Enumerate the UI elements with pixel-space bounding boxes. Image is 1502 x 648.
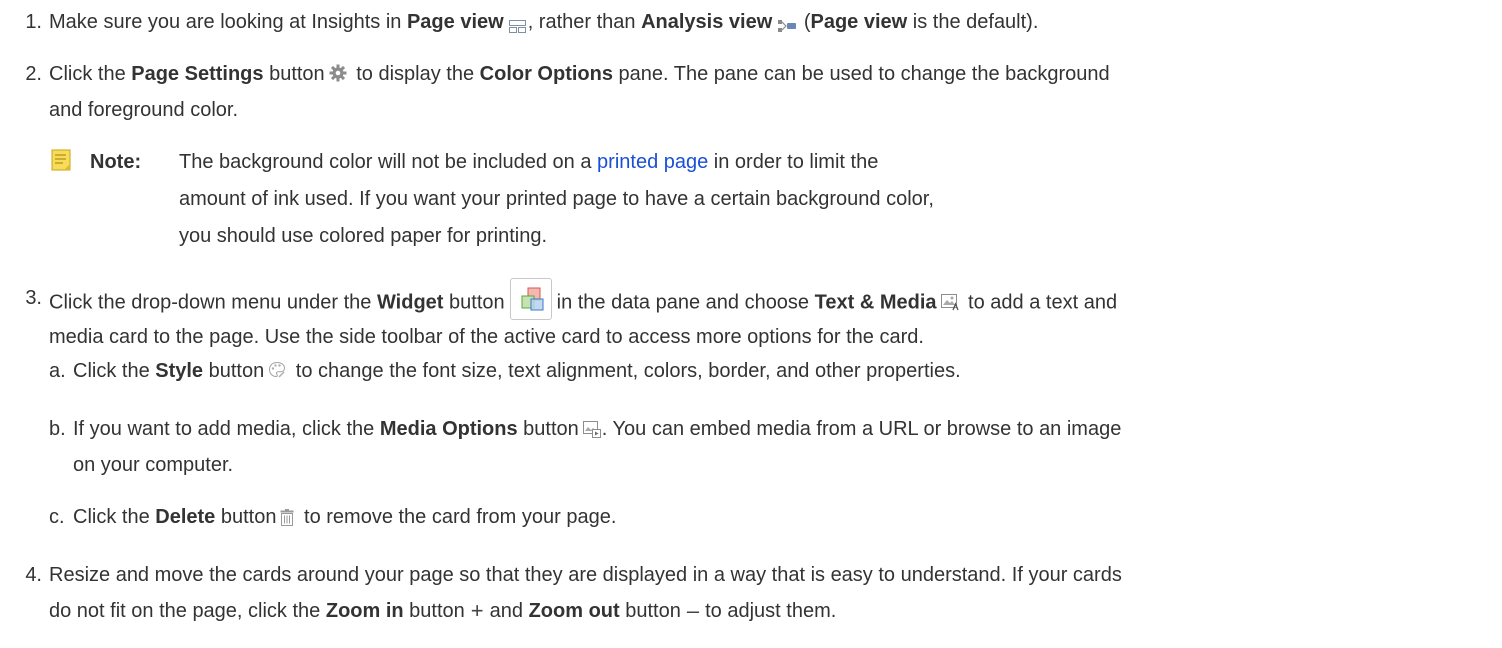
note-line-3: you should use colored paper for printin… — [179, 225, 548, 247]
substep-text: . You can embed media from a URL or brow… — [601, 418, 1122, 440]
step-text: Make sure you are looking at Insights in — [49, 11, 407, 33]
substep-text: button — [215, 506, 277, 528]
substep-b-text: If you want to add media, click the Medi… — [73, 417, 1121, 441]
step-number: 2. — [25, 63, 42, 85]
step-text: Click the drop-down menu under the — [49, 291, 377, 314]
text-media-icon — [940, 293, 959, 311]
ui-term: Page Settings — [131, 63, 264, 85]
note-text: in order to limit the — [708, 151, 879, 173]
ui-term: Color Options — [479, 63, 613, 85]
step-4-text: Resize and move the cards around your pa… — [49, 564, 1122, 586]
gear-icon — [329, 64, 347, 82]
substep-c-text: Click the Delete button to remove the ca… — [73, 505, 616, 529]
step-text: pane. The pane can be used to change the… — [612, 63, 1110, 85]
ui-term: Widget — [376, 291, 444, 314]
step-text: Click the — [49, 63, 132, 85]
substep-text: to remove the card from your page. — [298, 506, 617, 528]
step-text: is the default). — [907, 11, 1039, 33]
substep-letter: a. — [49, 360, 66, 382]
step-text: ( — [798, 11, 811, 33]
substep-text: button — [203, 360, 265, 382]
step-3-text-cont: media card to the page. Use the side too… — [49, 326, 924, 348]
substep-a-text: Click the Style button to change the fon… — [73, 359, 961, 383]
style-palette-icon — [268, 361, 286, 379]
ui-term: Text & Media — [814, 291, 937, 314]
ui-term: Zoom in — [325, 600, 404, 622]
step-text: button — [403, 600, 465, 622]
page-view-icon — [508, 15, 526, 34]
note-icon — [51, 149, 73, 171]
widget-icon — [509, 278, 552, 320]
step-text: button — [619, 600, 681, 622]
ui-term: Delete — [155, 506, 216, 528]
step-4-text-cont: do not fit on the page, click the Zoom i… — [49, 599, 836, 623]
step-number: 3. — [25, 287, 42, 309]
step-2-text: Click the Page Settings button to displa… — [49, 62, 1110, 86]
minus-icon: – — [686, 598, 700, 623]
note-line-1: The background color will not be include… — [179, 150, 878, 174]
step-text: to adjust them. — [705, 600, 837, 622]
substep-letter: b. — [49, 418, 66, 440]
media-options-icon — [582, 420, 601, 438]
step-number: 1. — [25, 11, 42, 33]
step-3-text: Click the drop-down menu under the Widge… — [49, 278, 1118, 320]
substep-b-text-cont: on your computer. — [73, 454, 234, 476]
note-label: Note: — [90, 150, 141, 174]
step-text: do not fit on the page, click the — [49, 600, 326, 622]
ui-term: Zoom out — [528, 600, 620, 622]
ui-term: Page view — [406, 11, 504, 33]
substep-text: Click the — [73, 506, 156, 528]
step-text: and — [489, 600, 529, 622]
ui-term: Analysis view — [641, 11, 773, 33]
note-label-text: Note: — [90, 151, 142, 173]
step-text: , rather than — [527, 11, 642, 33]
ui-term: Media Options — [379, 418, 518, 440]
step-text: to display the — [350, 63, 480, 85]
substep-text: button — [517, 418, 579, 440]
substep-letter: c. — [49, 506, 65, 528]
substep-text: If you want to add media, click the — [73, 418, 380, 440]
step-2-text-cont: and foreground color. — [49, 99, 239, 121]
plus-icon: + — [470, 598, 484, 623]
printed-page-link[interactable]: printed page — [597, 151, 708, 173]
ui-term: Page view — [810, 11, 908, 33]
analysis-view-icon — [778, 15, 797, 32]
step-1-text: Make sure you are looking at Insights in… — [49, 10, 1038, 34]
step-text: button — [443, 291, 505, 314]
note-text: The background color will not be include… — [179, 151, 598, 173]
step-text: to add a text and — [962, 291, 1118, 314]
step-number: 4. — [25, 564, 42, 586]
substep-text: to change the font size, text alignment,… — [290, 360, 961, 382]
substep-text: Click the — [73, 360, 156, 382]
trash-icon — [280, 508, 294, 526]
note-line-2: amount of ink used. If you want your pri… — [179, 188, 934, 210]
step-text: in the data pane and choose — [556, 291, 815, 314]
ui-term: Style — [155, 360, 204, 382]
step-text: button — [263, 63, 325, 85]
